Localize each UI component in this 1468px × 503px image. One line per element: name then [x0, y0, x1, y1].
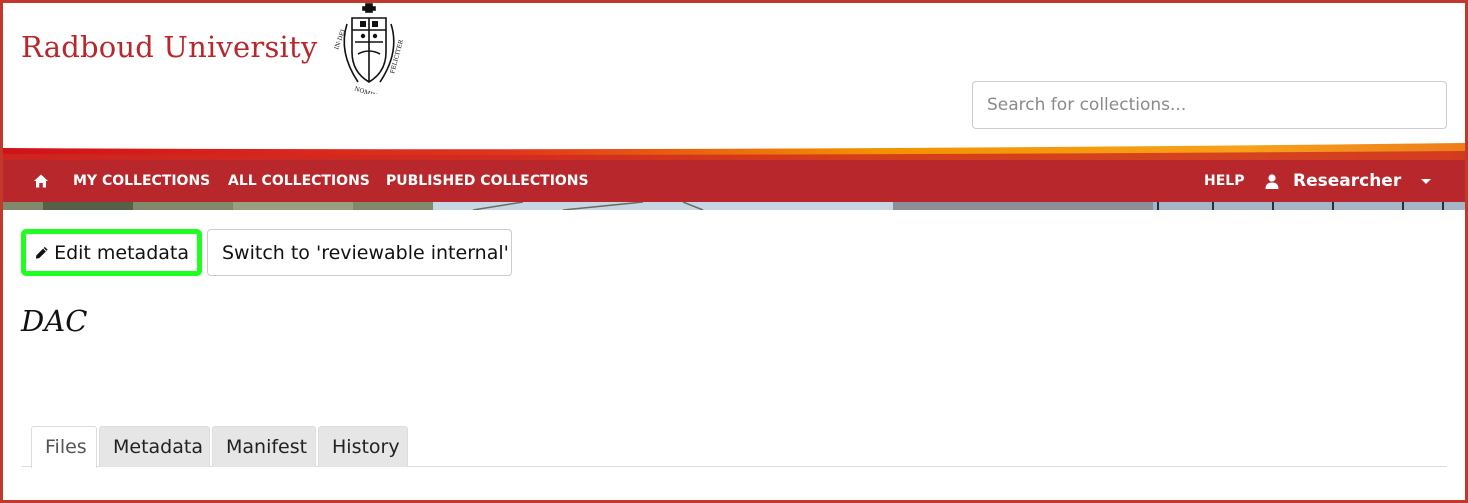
caret-down-icon[interactable]: [1421, 179, 1431, 184]
edit-metadata-button[interactable]: Edit metadata: [21, 229, 202, 276]
home-icon[interactable]: [33, 173, 49, 189]
switch-status-button[interactable]: Switch to 'reviewable internal': [207, 229, 512, 276]
svg-text:NOMINE: NOMINE: [353, 85, 382, 94]
nav-help[interactable]: HELP: [1204, 160, 1244, 202]
university-seal-icon: IN·DEI NOMINE FELICITER: [333, 3, 405, 94]
user-icon: [1265, 174, 1279, 189]
tab-metadata[interactable]: Metadata: [99, 426, 210, 467]
nav-published-collections[interactable]: PUBLISHED COLLECTIONS: [386, 160, 589, 202]
university-logo-text: Radboud University: [21, 30, 318, 64]
edit-metadata-label: Edit metadata: [54, 241, 189, 264]
nav-all-collections[interactable]: ALL COLLECTIONS: [228, 160, 370, 202]
tab-files[interactable]: Files: [31, 426, 97, 468]
pencil-icon: [35, 246, 48, 259]
tab-history[interactable]: History: [318, 426, 408, 467]
banner-image: [3, 202, 1465, 210]
switch-status-label: Switch to 'reviewable internal': [222, 241, 509, 264]
nav-my-collections[interactable]: MY COLLECTIONS: [73, 160, 210, 202]
main-navbar: MY COLLECTIONS ALL COLLECTIONS PUBLISHED…: [3, 160, 1465, 202]
tab-manifest[interactable]: Manifest: [212, 426, 316, 467]
user-menu[interactable]: Researcher: [1293, 160, 1401, 202]
search-collections-input[interactable]: [972, 81, 1447, 129]
collection-title: DAC: [21, 304, 88, 338]
